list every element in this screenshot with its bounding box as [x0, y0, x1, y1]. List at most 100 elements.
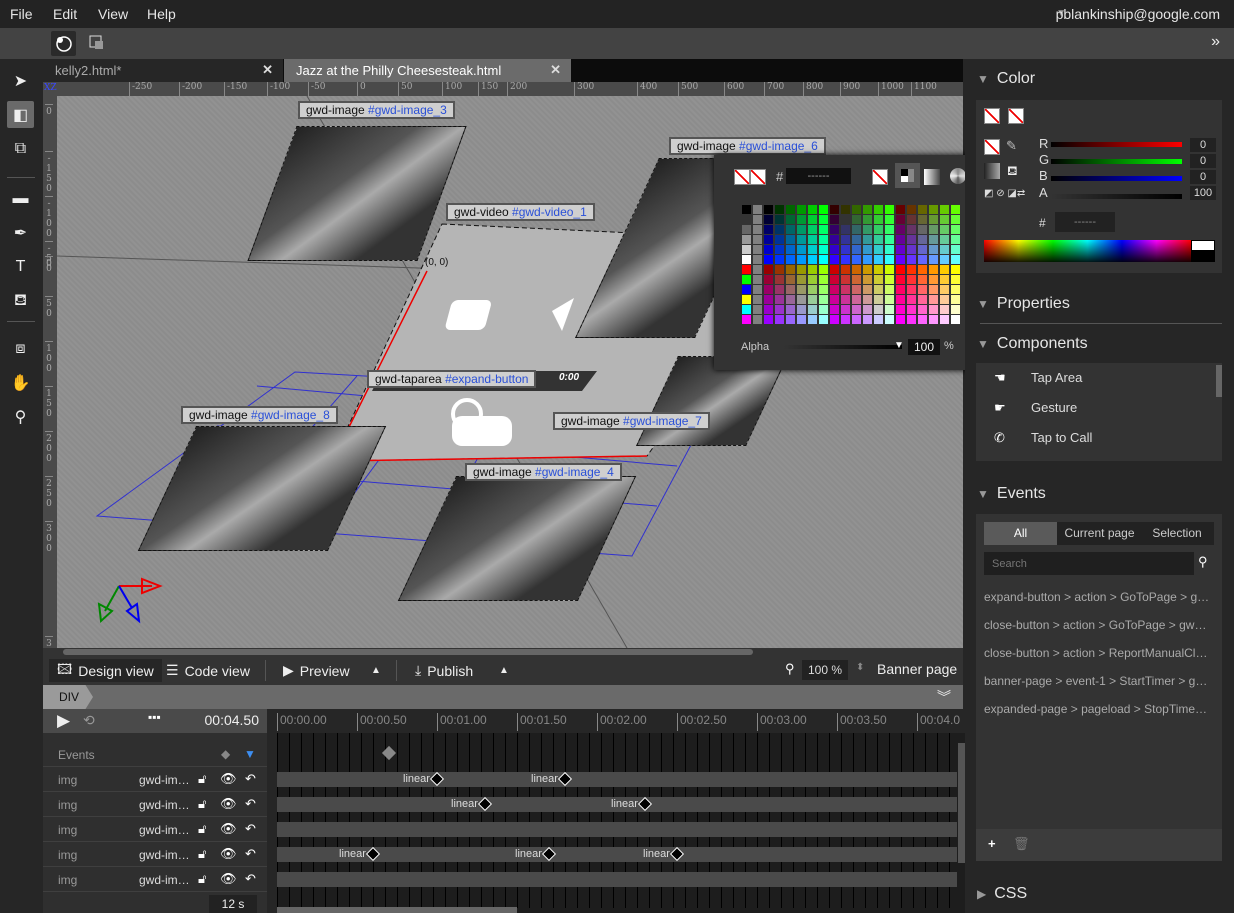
default-colors-icon[interactable]: ◩ ⊘ ◪⇄ [984, 188, 1025, 199]
palette-swatch[interactable] [951, 255, 960, 264]
palette-swatch[interactable] [951, 285, 960, 294]
palette-swatch[interactable] [764, 215, 773, 224]
palette-swatch[interactable] [907, 295, 916, 304]
stage-horizontal-scrollbar[interactable] [43, 648, 963, 656]
code-view-button[interactable]: ☰ Code view [158, 659, 258, 682]
palette-swatch[interactable] [808, 205, 817, 214]
palette-swatch[interactable] [830, 205, 839, 214]
palette-swatch[interactable] [841, 235, 850, 244]
palette-swatch[interactable] [929, 205, 938, 214]
layer-row[interactable]: img gwd-im… 🔓︎ 👁︎ ↶ [43, 842, 267, 867]
r-input[interactable]: 0 [1190, 138, 1216, 152]
palette-swatch[interactable] [775, 225, 784, 234]
palette-swatch[interactable] [830, 235, 839, 244]
g-input[interactable]: 0 [1190, 154, 1216, 168]
palette-swatch[interactable] [951, 245, 960, 254]
palette-swatch[interactable] [753, 255, 762, 264]
palette-swatch[interactable] [841, 275, 850, 284]
palette-swatch[interactable] [764, 285, 773, 294]
layer-row[interactable]: img gwd-im… 🔓︎ 👁︎ ↶ [43, 767, 267, 792]
palette-swatch[interactable] [764, 225, 773, 234]
menu-file[interactable]: File [10, 6, 33, 22]
events-tab-all[interactable]: All [984, 522, 1057, 545]
palette-swatch[interactable] [896, 315, 905, 324]
palette-swatch[interactable] [841, 265, 850, 274]
layer-row[interactable]: img gwd-im… 🔓︎ 👁︎ ↶ [43, 792, 267, 817]
palette-swatch[interactable] [885, 295, 894, 304]
palette-swatch[interactable] [775, 235, 784, 244]
element-label[interactable]: gwd-image #gwd-image_7 [553, 412, 710, 430]
palette-swatch[interactable] [819, 315, 828, 324]
palette-swatch[interactable] [742, 295, 751, 304]
alpha-input[interactable]: 100 [908, 339, 940, 355]
palette-swatch[interactable] [940, 225, 949, 234]
palette-swatch[interactable] [885, 315, 894, 324]
timeline-ruler[interactable]: 00:00.00 00:00.50 00:01.00 00:01.50 00:02.00… [277, 709, 965, 733]
palette-swatch[interactable] [775, 315, 784, 324]
g-slider[interactable] [1051, 159, 1182, 164]
palette-swatch[interactable] [896, 215, 905, 224]
palette-swatch[interactable] [808, 215, 817, 224]
stroke-swatch-none[interactable] [750, 169, 766, 185]
palette-swatch[interactable] [786, 205, 795, 214]
palette-swatch[interactable] [863, 295, 872, 304]
palette-swatch[interactable] [918, 305, 927, 314]
palette-swatch[interactable] [764, 205, 773, 214]
palette-swatch[interactable] [775, 305, 784, 314]
palette-swatch[interactable] [907, 225, 916, 234]
palette-swatch[interactable] [885, 255, 894, 264]
gradient-mode-button[interactable] [924, 169, 940, 185]
palette-swatch[interactable] [951, 235, 960, 244]
eye-icon[interactable]: 👁︎ [220, 771, 237, 787]
components-scrollbar[interactable] [1216, 365, 1222, 397]
palette-swatch[interactable] [885, 235, 894, 244]
palette-swatch[interactable] [896, 245, 905, 254]
palette-swatch[interactable] [896, 235, 905, 244]
palette-swatch[interactable] [852, 215, 861, 224]
element-label[interactable]: gwd-image #gwd-image_6 [669, 137, 826, 155]
fill-color-swatch[interactable] [984, 108, 1000, 124]
palette-swatch[interactable] [742, 235, 751, 244]
palette-swatch[interactable] [951, 225, 960, 234]
palette-swatch[interactable] [940, 215, 949, 224]
palette-swatch[interactable] [885, 215, 894, 224]
properties-panel-header[interactable]: ▼ Properties [977, 295, 1070, 313]
component-tap-area[interactable]: ☚ Tap Area [976, 363, 1214, 393]
event-item[interactable]: close-button > action > ReportManualCl… [984, 646, 1214, 660]
lock-icon[interactable]: 🔓︎ [198, 771, 206, 787]
palette-swatch[interactable] [764, 255, 773, 264]
palette-swatch[interactable] [874, 245, 883, 254]
palette-swatch[interactable] [929, 215, 938, 224]
alpha-slider-handle[interactable]: ▼ [894, 340, 904, 351]
selection-tool[interactable]: ➤ [7, 67, 34, 94]
palette-swatch[interactable] [764, 315, 773, 324]
palette-swatch[interactable] [808, 245, 817, 254]
palette-swatch[interactable] [852, 235, 861, 244]
palette-swatch[interactable] [819, 295, 828, 304]
palette-swatch[interactable] [863, 245, 872, 254]
palette-swatch[interactable] [907, 245, 916, 254]
palette-swatch[interactable] [918, 235, 927, 244]
palette-swatch[interactable] [764, 295, 773, 304]
palette-swatch[interactable] [918, 275, 927, 284]
palette-swatch[interactable] [951, 315, 960, 324]
palette-swatch[interactable] [940, 255, 949, 264]
palette-swatch[interactable] [940, 235, 949, 244]
timeline-tracks[interactable]: 00:00.00 00:00.50 00:01.00 00:01.50 00:02.00… [277, 709, 965, 913]
palette-swatch[interactable] [940, 305, 949, 314]
hand-tool[interactable]: ✋ [7, 369, 34, 396]
palette-swatch[interactable] [797, 205, 806, 214]
palette-swatch[interactable] [885, 245, 894, 254]
add-event-button[interactable]: + [988, 836, 996, 851]
palette-swatch[interactable] [874, 215, 883, 224]
palette-swatch[interactable] [863, 225, 872, 234]
palette-swatch[interactable] [863, 305, 872, 314]
palette-swatch[interactable] [885, 275, 894, 284]
collapse-timeline-icon[interactable]: ︾ [937, 687, 951, 707]
design-view-button[interactable]: 🖾 Design view [49, 659, 162, 682]
palette-swatch[interactable] [764, 265, 773, 274]
palette-swatch[interactable] [830, 315, 839, 324]
palette-swatch[interactable] [742, 265, 751, 274]
palette-swatch[interactable] [808, 315, 817, 324]
palette-swatch[interactable] [918, 255, 927, 264]
